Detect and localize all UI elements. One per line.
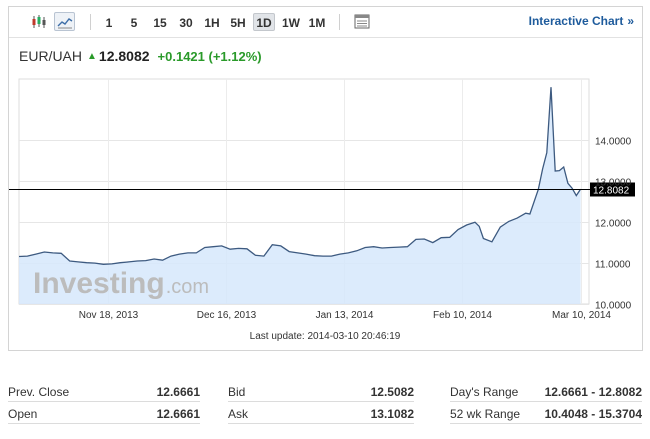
- y-tick-label: 11.0000: [595, 260, 631, 271]
- price-change: +0.1421 (+1.12%): [157, 49, 262, 64]
- toolbar-divider: [9, 37, 642, 38]
- indicators-panel-icon: [354, 14, 369, 29]
- watermark-suffix: .com: [166, 276, 209, 298]
- stat-value: 13.1082: [346, 404, 414, 424]
- period-1d[interactable]: 1D: [253, 13, 275, 31]
- line-chart-icon: [57, 17, 72, 28]
- period-1w[interactable]: 1W: [279, 13, 303, 31]
- y-tick-label: 14.0000: [595, 137, 632, 148]
- stat-value: 12.6661 - 12.8082: [508, 382, 642, 402]
- stat-label: Bid: [228, 382, 346, 402]
- stat-value: 12.6661: [133, 382, 200, 402]
- indicators-button[interactable]: [351, 12, 372, 31]
- line-chart-button[interactable]: [54, 12, 75, 31]
- up-arrow-icon: ▲: [87, 51, 97, 62]
- x-tick-label: Nov 18, 2013: [79, 310, 139, 321]
- period-30[interactable]: 30: [175, 13, 197, 31]
- stat-label: Prev. Close: [8, 382, 133, 402]
- chart-widget: 1 5 15 30 1H 5H 1D 1W 1M Interactive Cha…: [8, 6, 643, 351]
- stats-row: Prev. Close 12.6661 Bid 12.5082 Day's Ra…: [8, 382, 643, 402]
- x-tick-label: Jan 13, 2014: [316, 310, 374, 321]
- toolbar-separator: [339, 14, 340, 30]
- quote-header: EUR/UAH ▲ 12.8082 +0.1421 (+1.12%): [19, 48, 262, 68]
- interactive-chart-link[interactable]: Interactive Chart»: [529, 14, 634, 28]
- x-tick-label: Dec 16, 2013: [197, 310, 257, 321]
- stat-label: Ask: [228, 404, 346, 424]
- x-tick-label: Feb 10, 2014: [433, 310, 492, 321]
- last-update-text: Last update: 2014-03-10 20:46:19: [250, 331, 401, 342]
- last-price: 12.8082: [98, 48, 150, 64]
- period-5h[interactable]: 5H: [227, 13, 249, 31]
- period-1m[interactable]: 1M: [305, 13, 329, 31]
- period-15[interactable]: 15: [149, 13, 171, 31]
- interactive-chart-label: Interactive Chart: [528, 14, 624, 28]
- period-1h[interactable]: 1H: [201, 13, 223, 31]
- y-tick-label: 12.0000: [595, 219, 632, 230]
- watermark-brand: Investing: [33, 267, 165, 300]
- period-1[interactable]: 1: [101, 13, 117, 31]
- instrument-symbol: EUR/UAH: [19, 48, 83, 64]
- candlestick-chart-button[interactable]: [28, 12, 49, 31]
- y-tick-label: 13.0000: [595, 178, 632, 189]
- double-chevron-right-icon: »: [627, 14, 634, 28]
- stat-value: 12.5082: [346, 382, 414, 402]
- price-chart[interactable]: Investing .com 12.8082 10.000011.000012.…: [9, 73, 642, 349]
- x-tick-label: Mar 10, 2014: [552, 310, 611, 321]
- stat-label: Open: [8, 404, 133, 424]
- stat-value: 12.6661: [133, 404, 200, 424]
- stats-row: Open 12.6661 Ask 13.1082 52 wk Range 10.…: [8, 404, 643, 424]
- stat-value: 10.4048 - 15.3704: [508, 404, 642, 424]
- period-5[interactable]: 5: [126, 13, 142, 31]
- candlestick-icon: [32, 14, 45, 28]
- chart-toolbar: 1 5 15 30 1H 5H 1D 1W 1M Interactive Cha…: [9, 7, 642, 37]
- toolbar-separator: [90, 14, 91, 30]
